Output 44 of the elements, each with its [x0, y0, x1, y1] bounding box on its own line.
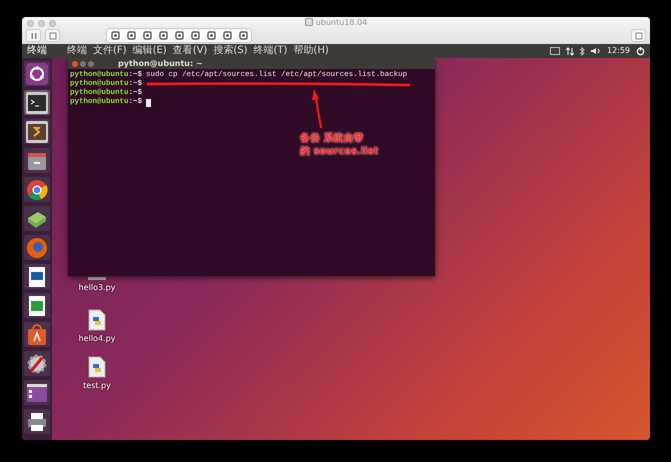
menu-item[interactable]: 查看(V) [172, 44, 208, 58]
app-name: 终端 [27, 44, 47, 58]
workspace-icon[interactable] [26, 382, 48, 404]
terminal-icon[interactable] [26, 92, 48, 114]
calc-icon[interactable] [26, 294, 48, 316]
editor-icon[interactable] [26, 120, 48, 142]
menu-item[interactable]: 搜索(S) [213, 44, 248, 58]
window-title: ubuntu18.04 [316, 18, 368, 26]
arrow-mark [312, 89, 322, 128]
clock[interactable]: 12:59 [606, 44, 630, 58]
menu-item[interactable]: 编辑(E) [132, 44, 167, 58]
close-button[interactable] [72, 60, 78, 66]
network-icon[interactable] [566, 46, 574, 56]
minimize-button[interactable] [80, 60, 86, 66]
vm-icon [304, 18, 313, 26]
menu-item[interactable]: 帮助(H) [293, 44, 329, 58]
file-name[interactable]: test.py [83, 381, 111, 390]
bluetooth-icon[interactable] [580, 46, 585, 56]
file-name[interactable]: hello4.py [78, 334, 116, 343]
menu-item[interactable]: 终端(T) [254, 44, 288, 58]
sidebar-button[interactable] [631, 29, 646, 42]
snapshot-button[interactable] [45, 29, 60, 42]
square-icon [634, 32, 642, 40]
maximize-button[interactable] [88, 60, 94, 66]
chrome-icon[interactable] [26, 178, 48, 200]
python-file-icon[interactable] [88, 309, 106, 331]
terminal-title: python@ubuntu: ~ [118, 59, 203, 68]
writer-icon[interactable] [26, 266, 48, 288]
ubuntu-icon[interactable] [26, 62, 48, 84]
power-icon[interactable] [636, 46, 645, 56]
menu-item[interactable]: 文件(F) [93, 44, 127, 58]
software-icon[interactable] [26, 324, 48, 346]
pause-button[interactable] [26, 29, 41, 42]
menu-item[interactable]: 终端 [67, 44, 87, 58]
pause-icon [30, 32, 38, 40]
firefox-icon[interactable] [26, 236, 48, 258]
keyboard-icon[interactable] [550, 47, 560, 55]
file-name[interactable]: hello3.py [78, 283, 116, 292]
printer-icon[interactable] [26, 410, 48, 432]
volume-icon[interactable] [590, 47, 601, 55]
python-file-icon[interactable] [88, 356, 106, 378]
annotation-text: 备份 系统自带 的 sources.list [300, 132, 378, 158]
settings-icon[interactable] [26, 352, 48, 374]
square-icon [48, 32, 56, 40]
